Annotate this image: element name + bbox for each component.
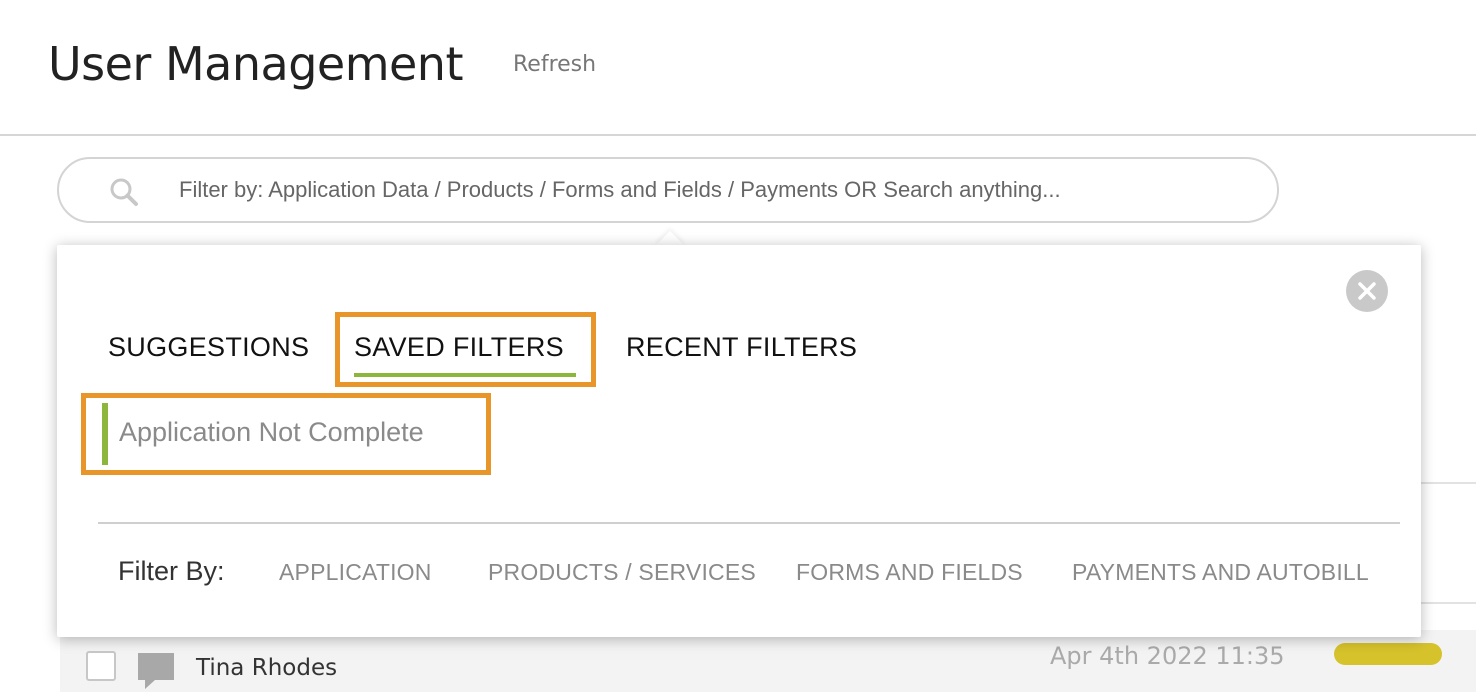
user-name[interactable]: Tina Rhodes bbox=[196, 652, 337, 684]
tab-suggestions[interactable]: SUGGESTIONS bbox=[108, 329, 309, 365]
search-input[interactable] bbox=[179, 171, 1259, 209]
user-date: Apr 4th 2022 11:35 bbox=[1050, 642, 1285, 670]
filter-by-label: Filter By: bbox=[118, 556, 225, 586]
close-icon bbox=[1358, 282, 1376, 300]
filter-tabs: SUGGESTIONS SAVED FILTERS RECENT FILTERS bbox=[57, 312, 1421, 395]
filter-category-payments-and-autobill[interactable]: PAYMENTS AND AUTOBILL bbox=[1072, 557, 1369, 587]
page-title: User Management bbox=[48, 37, 464, 91]
status-badge bbox=[1334, 643, 1442, 665]
list-divider bbox=[1421, 602, 1476, 604]
filter-category-products-services[interactable]: PRODUCTS / SERVICES bbox=[488, 557, 756, 587]
search-icon bbox=[110, 178, 138, 206]
tab-recent-filters[interactable]: RECENT FILTERS bbox=[626, 329, 857, 365]
panel-divider bbox=[98, 522, 1400, 524]
saved-filter-item[interactable]: Application Not Complete bbox=[81, 393, 491, 475]
filter-panel: SUGGESTIONS SAVED FILTERS RECENT FILTERS… bbox=[57, 245, 1421, 637]
list-divider bbox=[1421, 482, 1476, 484]
row-checkbox[interactable] bbox=[86, 651, 116, 681]
tab-saved-filters[interactable]: SAVED FILTERS bbox=[354, 329, 564, 365]
active-tab-indicator bbox=[354, 373, 576, 377]
search-bar bbox=[57, 157, 1279, 223]
page-header: User Management Refresh bbox=[0, 0, 1476, 136]
chat-icon[interactable] bbox=[135, 650, 177, 692]
saved-filter-accent bbox=[102, 403, 108, 465]
close-button[interactable] bbox=[1346, 270, 1388, 312]
filter-category-forms-and-fields[interactable]: FORMS AND FIELDS bbox=[796, 557, 1023, 587]
refresh-button[interactable]: Refresh bbox=[513, 52, 596, 78]
filter-category-application[interactable]: APPLICATION bbox=[279, 557, 432, 587]
saved-filter-label: Application Not Complete bbox=[119, 417, 424, 447]
